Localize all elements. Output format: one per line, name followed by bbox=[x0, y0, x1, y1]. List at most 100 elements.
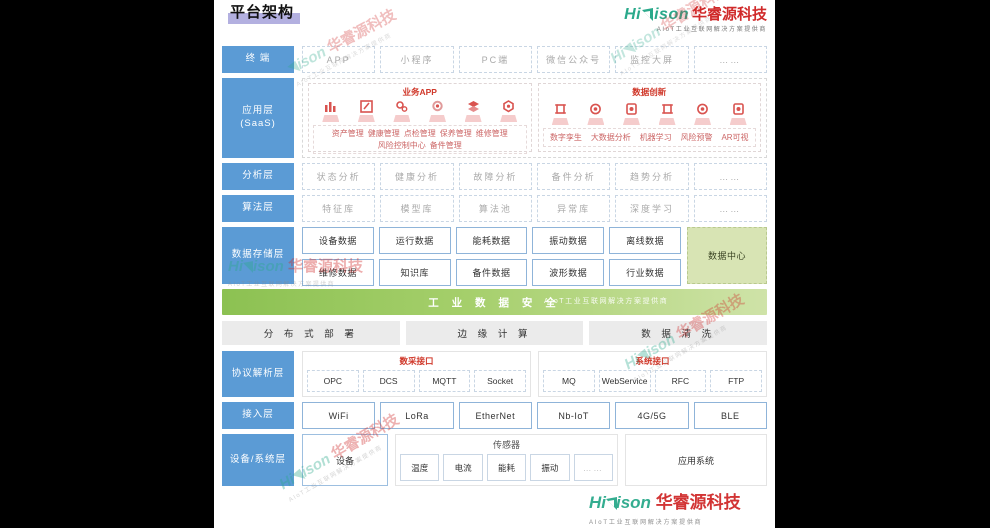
sensor-cell[interactable]: 温度 bbox=[400, 454, 440, 481]
protocol-cell[interactable]: FTP bbox=[710, 370, 762, 392]
storage-cell[interactable]: 备件数据 bbox=[455, 259, 528, 286]
analysis-cell[interactable]: 备件分析 bbox=[536, 163, 611, 190]
protocol-cell[interactable]: MQ bbox=[543, 370, 595, 392]
storage-cell[interactable]: 能耗数据 bbox=[455, 227, 528, 254]
digital-twin-icon[interactable] bbox=[551, 103, 569, 125]
storage-cell[interactable]: 维修数据 bbox=[302, 259, 374, 286]
algorithm-cell[interactable]: 异常库 bbox=[536, 195, 611, 222]
brand-name-cn: 华睿源科技 bbox=[691, 6, 767, 23]
storage-cell[interactable]: 知识库 bbox=[378, 259, 451, 286]
storage-cell[interactable]: 振动数据 bbox=[532, 227, 605, 254]
analysis-cells: 状态分析 健康分析 故障分析 备件分析 趋势分析 …… bbox=[302, 163, 767, 190]
analysis-cell[interactable]: 健康分析 bbox=[380, 163, 454, 190]
analysis-cell[interactable]: …… bbox=[693, 163, 767, 190]
storage-cell[interactable]: 波形数据 bbox=[532, 259, 605, 286]
edit-icon[interactable] bbox=[357, 100, 375, 122]
analysis-cell[interactable]: 趋势分析 bbox=[615, 163, 689, 190]
terminal-cell[interactable]: APP bbox=[302, 46, 376, 73]
protocol-cell[interactable]: Socket bbox=[474, 370, 526, 392]
layer-application: 应用层 (SaaS) 业务APP 资产管理 健康管理 点检管理 保养管理 维修管理 风险… bbox=[222, 78, 767, 158]
access-cell[interactable]: EtherNet bbox=[458, 402, 532, 429]
access-cell[interactable]: BLE bbox=[693, 402, 767, 429]
machine-learning-icon[interactable] bbox=[622, 103, 640, 125]
diagram-header: 平台架构 Hi ison 华睿源科技 AIoT工业互联网解决方案提供商 bbox=[214, 0, 775, 46]
app-tag[interactable]: 备件管理 bbox=[430, 140, 462, 152]
application-system-title: 应用系统 bbox=[677, 455, 714, 466]
terminal-cell[interactable]: …… bbox=[693, 46, 767, 73]
gears-icon[interactable] bbox=[393, 100, 411, 122]
access-cell[interactable]: 4G/5G bbox=[615, 402, 689, 429]
protocol-cell[interactable]: OPC bbox=[307, 370, 359, 392]
innovation-tag[interactable]: 数字孪生 bbox=[550, 132, 582, 143]
settings-icon[interactable] bbox=[429, 100, 447, 122]
storage-cell[interactable]: 运行数据 bbox=[378, 227, 451, 254]
innovation-tag[interactable]: 风险预警 bbox=[681, 132, 713, 143]
group-title: 系统接口 bbox=[635, 356, 670, 366]
app-tag[interactable]: 健康管理 bbox=[368, 128, 400, 140]
capability-item[interactable]: 分 布 式 部 署 bbox=[222, 321, 400, 345]
app-tag[interactable]: 保养管理 bbox=[440, 128, 472, 140]
innovation-tag[interactable]: AR可视 bbox=[721, 132, 748, 143]
protocol-cell[interactable]: RFC bbox=[654, 370, 707, 392]
app-tag[interactable]: 点检管理 bbox=[404, 128, 436, 140]
bigdata-icon[interactable] bbox=[694, 103, 712, 125]
algorithm-cell[interactable]: 算法池 bbox=[458, 195, 532, 222]
analysis-cell[interactable]: 状态分析 bbox=[302, 163, 376, 190]
capability-item[interactable]: 边 缘 计 算 bbox=[405, 321, 584, 345]
storage-content: 设备数据 运行数据 能耗数据 振动数据 离线数据 维修数据 知识库 备件数据 波… bbox=[302, 227, 767, 286]
sensor-cell[interactable]: 能耗 bbox=[486, 454, 527, 481]
layer-terminal: 终 端 APP 小程序 PC端 微信公众号 监控大屏 …… bbox=[222, 46, 767, 73]
terminal-cell[interactable]: 监控大屏 bbox=[615, 46, 689, 73]
group-title: 业务APP bbox=[402, 87, 437, 97]
innovation-tag[interactable]: 机器学习 bbox=[640, 132, 672, 143]
ar-icon[interactable] bbox=[729, 103, 747, 125]
protocol-cell[interactable]: MQTT bbox=[418, 370, 471, 392]
terminal-cell[interactable]: 小程序 bbox=[380, 46, 454, 73]
sensor-cells: 温度 电流 能耗 振动 …… bbox=[400, 454, 614, 481]
storage-cell[interactable]: 行业数据 bbox=[609, 259, 681, 286]
sensor-cell[interactable]: …… bbox=[573, 454, 614, 481]
brand-tagline: AIoT工业互联网解决方案提供商 bbox=[656, 27, 767, 33]
brand-logo: Hi ison 华睿源科技 AIoT工业互联网解决方案提供商 bbox=[624, 6, 767, 34]
algorithm-cell[interactable]: 深度学习 bbox=[615, 195, 689, 222]
access-cell[interactable]: LoRa bbox=[380, 402, 454, 429]
device-content: 设备 传感器 温度 电流 能耗 振动 …… 应用系统 bbox=[302, 434, 767, 486]
terminal-cell[interactable]: PC端 bbox=[458, 46, 532, 73]
capability-item[interactable]: 数 据 清 洗 bbox=[589, 321, 768, 345]
app-tag[interactable]: 维修管理 bbox=[476, 128, 508, 140]
digital-twin-icon[interactable] bbox=[658, 103, 676, 125]
bar-chart-icon[interactable] bbox=[322, 100, 340, 122]
layers-icon[interactable] bbox=[464, 100, 482, 122]
analysis-cell[interactable]: 故障分析 bbox=[458, 163, 532, 190]
sensor-cell[interactable]: 振动 bbox=[530, 454, 570, 481]
layer-label-storage: 数据存储层 bbox=[222, 227, 294, 284]
access-cell[interactable]: WiFi bbox=[302, 402, 376, 429]
bigdata-icon[interactable] bbox=[587, 103, 605, 125]
layer-algorithm: 算法层 特征库 模型库 算法池 异常库 深度学习 …… bbox=[222, 195, 767, 222]
layer-label-access: 接入层 bbox=[222, 402, 294, 429]
terminal-cell[interactable]: 微信公众号 bbox=[536, 46, 611, 73]
access-cells: WiFi LoRa EtherNet Nb-IoT 4G/5G BLE bbox=[302, 402, 767, 429]
protocol-cell[interactable]: WebService bbox=[598, 370, 651, 392]
data-innovation-icons bbox=[543, 100, 757, 125]
business-app-icons bbox=[313, 100, 527, 122]
group-data-acquisition-interface: 数采接口 OPC DCS MQTT Socket bbox=[302, 351, 531, 397]
app-tag[interactable]: 资产管理 bbox=[332, 128, 364, 140]
algorithm-cell[interactable]: …… bbox=[693, 195, 767, 222]
watermark: Hiison 华睿源科技 AIoT工业互联网解决方案提供商 bbox=[589, 493, 741, 526]
equipment-box[interactable]: 设备 bbox=[302, 434, 388, 486]
algorithm-cell[interactable]: 模型库 bbox=[380, 195, 454, 222]
sensor-cell[interactable]: 电流 bbox=[443, 454, 483, 481]
access-cell[interactable]: Nb-IoT bbox=[536, 402, 611, 429]
data-center-box[interactable]: 数据中心 bbox=[687, 227, 767, 284]
storage-cell[interactable]: 离线数据 bbox=[609, 227, 681, 254]
app-tag[interactable]: 风险控制中心 bbox=[378, 140, 426, 152]
layer-label-application-line1: 应用层 bbox=[242, 105, 274, 117]
hexagon-icon[interactable] bbox=[500, 100, 518, 122]
application-system-box[interactable]: 应用系统 bbox=[625, 434, 767, 486]
protocol-cell[interactable]: DCS bbox=[362, 370, 415, 392]
storage-cell[interactable]: 设备数据 bbox=[302, 227, 374, 254]
algorithm-cell[interactable]: 特征库 bbox=[302, 195, 376, 222]
innovation-tag[interactable]: 大数据分析 bbox=[591, 132, 631, 143]
watermark-triangle-icon bbox=[606, 495, 617, 510]
